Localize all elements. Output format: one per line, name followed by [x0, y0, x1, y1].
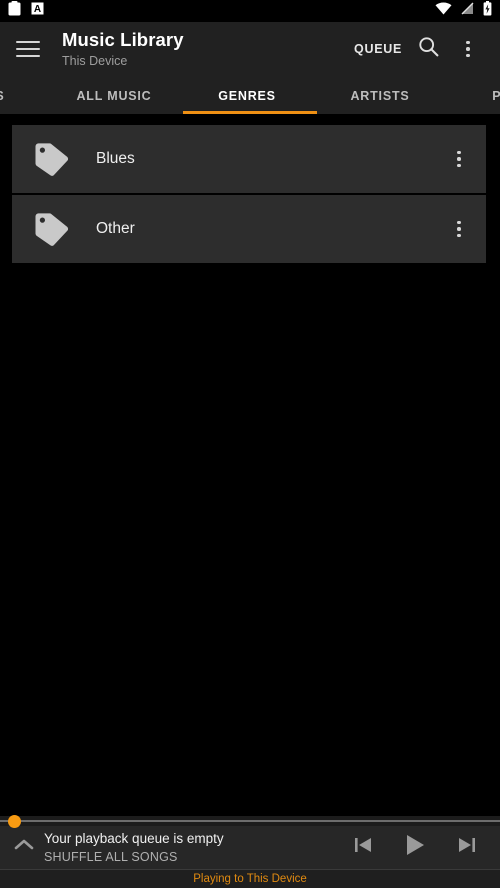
mini-player-body: Your playback queue is empty SHUFFLE ALL… [0, 826, 500, 869]
page-subtitle: This Device [62, 53, 128, 68]
tab-strip: S ALL MUSIC GENRES ARTISTS PL [0, 76, 500, 114]
more-vert-icon [457, 220, 461, 238]
tab-bar: S ALL MUSIC GENRES ARTISTS PL [0, 76, 500, 114]
tab-albums-partial[interactable]: S [0, 76, 48, 114]
mini-player: Your playback queue is empty SHUFFLE ALL… [0, 815, 500, 888]
genre-tag-icon [30, 207, 74, 251]
status-bar: A [0, 0, 500, 22]
clipboard-icon [8, 1, 21, 21]
shuffle-all-songs-button[interactable]: SHUFFLE ALL SONGS [44, 850, 224, 864]
chevron-up-icon [13, 837, 35, 858]
search-button[interactable] [408, 29, 448, 69]
no-sim-icon [461, 2, 474, 20]
genre-tag-icon [30, 137, 74, 181]
queue-button[interactable]: QUEUE [348, 34, 408, 64]
more-vert-icon [466, 40, 470, 58]
status-bar-left-icons: A [8, 1, 44, 21]
letter-a-badge-icon: A [31, 2, 44, 20]
list-item-label: Other [96, 220, 135, 237]
transport-controls [344, 829, 490, 867]
seek-bar[interactable] [0, 815, 500, 828]
wifi-icon [435, 2, 452, 20]
app-bar-actions: QUEUE [348, 29, 488, 69]
svg-text:A: A [34, 4, 41, 15]
list-item-overflow-button[interactable] [436, 201, 482, 257]
queue-status-text: Your playback queue is empty [44, 831, 224, 846]
previous-button[interactable] [344, 829, 382, 867]
list-item[interactable]: Other [12, 195, 486, 263]
cast-status-text: Playing to This Device [193, 873, 307, 885]
genre-list: Blues Other [0, 114, 500, 816]
list-item-overflow-button[interactable] [436, 131, 482, 187]
search-icon [418, 36, 439, 62]
tab-artists[interactable]: ARTISTS [314, 76, 446, 114]
list-item[interactable]: Blues [12, 125, 486, 193]
tab-all-music[interactable]: ALL MUSIC [48, 76, 180, 114]
play-button[interactable] [396, 829, 434, 867]
hamburger-menu-icon[interactable] [16, 36, 42, 62]
more-vert-icon [457, 150, 461, 168]
tab-genres[interactable]: GENRES [180, 76, 314, 114]
next-button[interactable] [448, 829, 486, 867]
app-bar-titles: Music Library This Device [62, 29, 184, 68]
cast-status-bar[interactable]: Playing to This Device [0, 869, 500, 888]
play-icon [402, 832, 428, 863]
tab-playlists-partial[interactable]: PL [446, 76, 500, 114]
page-title: Music Library [62, 29, 184, 50]
app-bar: Music Library This Device QUEUE [0, 22, 500, 76]
status-bar-right-icons [435, 1, 492, 21]
player-text-block[interactable]: Your playback queue is empty SHUFFLE ALL… [44, 832, 224, 863]
list-item-label: Blues [96, 150, 135, 167]
seek-track [0, 820, 500, 822]
battery-charging-icon [483, 1, 492, 21]
skip-previous-icon [352, 834, 374, 861]
app-bar-overflow-button[interactable] [448, 29, 488, 69]
app-screen: A Music Library This Device QUEUE ALL MU… [0, 0, 500, 888]
skip-next-icon [456, 834, 478, 861]
expand-player-button[interactable] [8, 831, 40, 865]
